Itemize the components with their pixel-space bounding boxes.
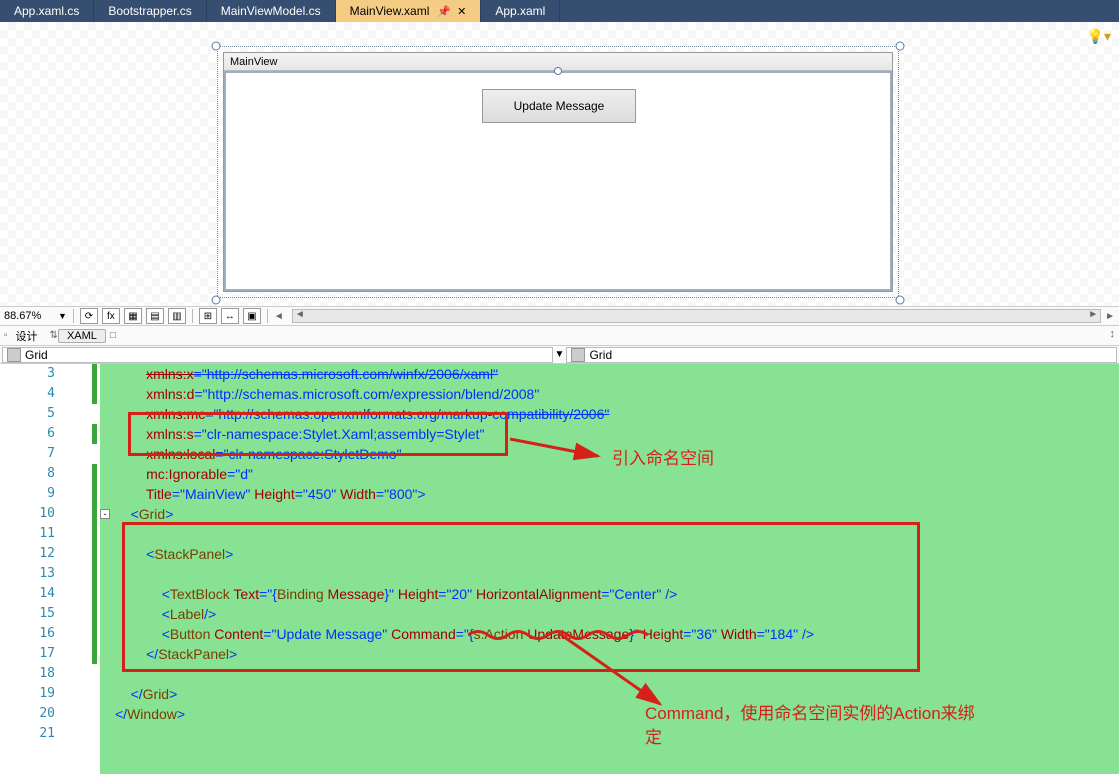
pane-switcher: ▫ 设计 ⇅ XAML □ ↕ <box>0 326 1119 346</box>
code-line[interactable]: Title="MainView" Height="450" Width="800… <box>115 484 1119 504</box>
element-right-select[interactable]: Grid <box>566 347 1117 363</box>
snap-icon[interactable]: ▥ <box>168 308 186 324</box>
line-number: 14 <box>0 584 100 604</box>
element-path-bar: Grid ▼ Grid <box>0 346 1119 364</box>
update-message-button[interactable]: Update Message <box>482 89 636 123</box>
line-gutter: 3456789101112131415161718192021 <box>0 364 100 774</box>
handle-corner-icon[interactable] <box>210 39 222 51</box>
pin-icon[interactable]: 📌 <box>437 6 451 18</box>
align-icon[interactable]: ⊞ <box>199 308 217 324</box>
line-number: 16 <box>0 624 100 644</box>
line-number: 12 <box>0 544 100 564</box>
change-marker <box>92 364 97 404</box>
line-number: 10 <box>0 504 100 524</box>
grid-element-icon <box>571 348 585 362</box>
grid2-icon[interactable]: ▤ <box>146 308 164 324</box>
line-number: 8 <box>0 464 100 484</box>
tab-app-xaml-cs[interactable]: App.xaml.cs <box>0 0 94 22</box>
annotation-box-namespace <box>128 412 508 456</box>
line-number: 3 <box>0 364 100 384</box>
lightbulb-icon[interactable]: 💡▾ <box>1087 28 1111 45</box>
fx-icon[interactable]: fx <box>102 308 120 324</box>
layer-icon[interactable]: ▣ <box>243 308 261 324</box>
tab-mainview-xaml[interactable]: MainView.xaml📌✕ <box>336 0 482 22</box>
line-number: 21 <box>0 724 100 744</box>
handle-corner-icon[interactable] <box>894 293 906 305</box>
change-marker <box>92 464 97 664</box>
annotation-label-namespace: 引入命名空间 <box>612 444 714 469</box>
line-number: 15 <box>0 604 100 624</box>
handle-corner-icon[interactable] <box>210 293 222 305</box>
line-number: 5 <box>0 404 100 424</box>
code-line[interactable]: xmlns:d="http://schemas.microsoft.com/ex… <box>115 384 1119 404</box>
designer-surface[interactable]: 💡▾ MainView Update Message <box>0 22 1119 306</box>
line-number: 11 <box>0 524 100 544</box>
line-number: 7 <box>0 444 100 464</box>
code-editor[interactable]: 3456789101112131415161718192021 - xmlns:… <box>0 364 1119 774</box>
arrows-icon[interactable]: ⇅ <box>50 330 58 341</box>
design-window[interactable]: MainView Update Message <box>223 52 893 292</box>
tab-bar: App.xaml.csBootstrapper.csMainViewModel.… <box>0 0 1119 22</box>
line-number: 4 <box>0 384 100 404</box>
change-marker <box>92 424 97 444</box>
annotation-label-command: Command，使用命名空间实例的Action来绑定 <box>645 702 985 750</box>
xaml-tab[interactable]: XAML <box>58 329 106 343</box>
handle-mid-icon[interactable] <box>554 67 562 75</box>
line-number: 13 <box>0 564 100 584</box>
code-line[interactable]: xmlns:x="http://schemas.microsoft.com/wi… <box>115 364 1119 384</box>
zoom-level[interactable]: 88.67% <box>4 310 54 322</box>
element-left-select[interactable]: Grid <box>2 347 553 363</box>
grid-icon[interactable]: ▦ <box>124 308 142 324</box>
line-number: 20 <box>0 704 100 724</box>
cursor-icon[interactable]: ↔ <box>221 308 239 324</box>
close-icon[interactable]: ✕ <box>457 6 466 18</box>
refresh-icon[interactable]: ⟳ <box>80 308 98 324</box>
arrow-icon <box>510 434 610 469</box>
line-number: 18 <box>0 664 100 684</box>
line-number: 19 <box>0 684 100 704</box>
fold-icon[interactable]: - <box>100 509 110 519</box>
tab-app-xaml[interactable]: App.xaml <box>481 0 560 22</box>
handle-corner-icon[interactable] <box>894 39 906 51</box>
line-number: 6 <box>0 424 100 444</box>
annotation-box-command <box>122 522 920 672</box>
tab-mainviewmodel-cs[interactable]: MainViewModel.cs <box>207 0 336 22</box>
line-number: 9 <box>0 484 100 504</box>
doc-icon[interactable]: □ <box>110 330 116 341</box>
grid-element-icon <box>7 348 21 362</box>
tab-bootstrapper-cs[interactable]: Bootstrapper.cs <box>94 0 206 22</box>
swap-panes-icon[interactable]: ↕ <box>1110 328 1116 340</box>
designer-toolbar: 88.67%▼ ⟳ fx ▦ ▤ ▥ ⊞ ↔ ▣ ◄ ► <box>0 306 1119 326</box>
code-line[interactable]: <Grid> <box>115 504 1119 524</box>
design-tab[interactable]: 设计 <box>8 328 46 344</box>
horizontal-scrollbar[interactable] <box>292 309 1101 323</box>
line-number: 17 <box>0 644 100 664</box>
